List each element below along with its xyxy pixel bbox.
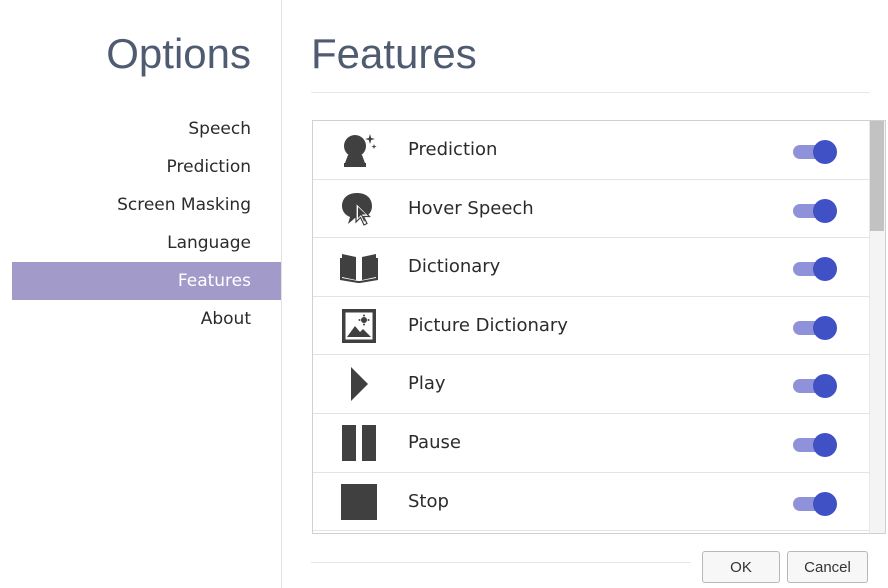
feature-list: Prediction Hover Speech Dictionary Pictu… — [313, 121, 869, 532]
toggle-knob — [813, 491, 837, 516]
feature-row-picture-dictionary: Picture Dictionary — [313, 297, 869, 356]
feature-row-stop: Stop — [313, 473, 869, 532]
feature-label: Pause — [408, 431, 461, 453]
feature-row-hover-speech: Hover Speech — [313, 180, 869, 239]
feature-label: Stop — [408, 490, 449, 512]
prediction-toggle[interactable] — [793, 140, 838, 164]
feature-row-play: Play — [313, 355, 869, 414]
dictionary-toggle[interactable] — [793, 257, 838, 282]
play-toggle[interactable] — [793, 374, 838, 399]
toggle-knob — [813, 140, 837, 164]
feature-list-panel: Prediction Hover Speech Dictionary Pictu… — [312, 120, 886, 534]
picture-icon — [339, 308, 379, 344]
picture-dictionary-toggle[interactable] — [793, 315, 838, 340]
sidebar-item-screen-masking[interactable]: Screen Masking — [12, 186, 281, 224]
feature-row-pause: Pause — [313, 414, 869, 473]
cancel-button[interactable]: Cancel — [787, 551, 868, 583]
sidebar-item-speech[interactable]: Speech — [12, 110, 281, 148]
toggle-knob — [813, 315, 837, 340]
scrollbar-thumb[interactable] — [870, 121, 884, 231]
play-icon — [339, 366, 379, 402]
sidebar-item-features[interactable]: Features — [12, 262, 281, 300]
hover-speech-toggle[interactable] — [793, 198, 838, 223]
sidebar-item-about[interactable]: About — [12, 300, 281, 338]
feature-row-dictionary: Dictionary — [313, 238, 869, 297]
toggle-knob — [813, 432, 837, 457]
sidebar-nav: Speech Prediction Screen Masking Languag… — [12, 110, 281, 338]
title-divider — [311, 92, 870, 93]
pause-toggle[interactable] — [793, 432, 838, 457]
sidebar-title: Options — [106, 30, 251, 77]
feature-label: Prediction — [408, 139, 498, 160]
sidebar: Options Speech Prediction Screen Masking… — [0, 0, 282, 588]
pause-icon — [339, 424, 379, 461]
speech-bubble-cursor-icon — [339, 191, 379, 227]
feature-label: Dictionary — [408, 256, 501, 278]
options-window: Options Speech Prediction Screen Masking… — [0, 0, 888, 588]
ok-button[interactable]: OK — [702, 551, 780, 583]
sidebar-item-prediction[interactable]: Prediction — [12, 148, 281, 186]
stop-icon — [339, 483, 379, 520]
feature-label: Play — [408, 373, 446, 395]
feature-list-scrollbar[interactable] — [869, 121, 885, 533]
sidebar-item-language[interactable]: Language — [12, 224, 281, 262]
toggle-knob — [813, 198, 837, 223]
book-icon — [339, 249, 379, 285]
toggle-knob — [813, 374, 837, 399]
feature-label: Hover Speech — [408, 197, 534, 219]
footer-divider — [311, 562, 691, 563]
stop-toggle[interactable] — [793, 491, 838, 516]
toggle-knob — [813, 257, 837, 282]
feature-row-prediction: Prediction — [313, 121, 869, 180]
crystal-ball-icon — [339, 132, 379, 168]
feature-label: Picture Dictionary — [408, 314, 568, 336]
page-title: Features — [311, 30, 477, 77]
